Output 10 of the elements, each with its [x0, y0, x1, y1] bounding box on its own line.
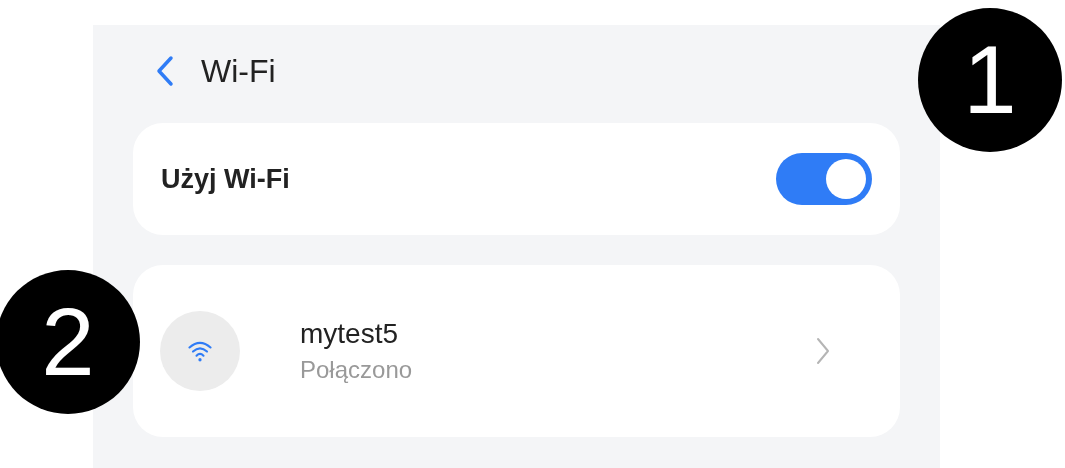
back-icon[interactable]: [155, 55, 175, 87]
chevron-icon: [816, 337, 830, 365]
toggle-label: Użyj Wi-Fi: [161, 163, 290, 195]
annotation-badge: 2: [0, 270, 140, 414]
network-status: Połączono: [300, 356, 414, 384]
page-title: Wi-Fi: [201, 52, 276, 90]
network-name: mytest5: [300, 318, 400, 350]
network-card[interactable]: mytest5 Połączono: [133, 265, 900, 437]
annotation-badge: 1: [918, 8, 1062, 152]
wifi-toggle[interactable]: [776, 153, 872, 205]
